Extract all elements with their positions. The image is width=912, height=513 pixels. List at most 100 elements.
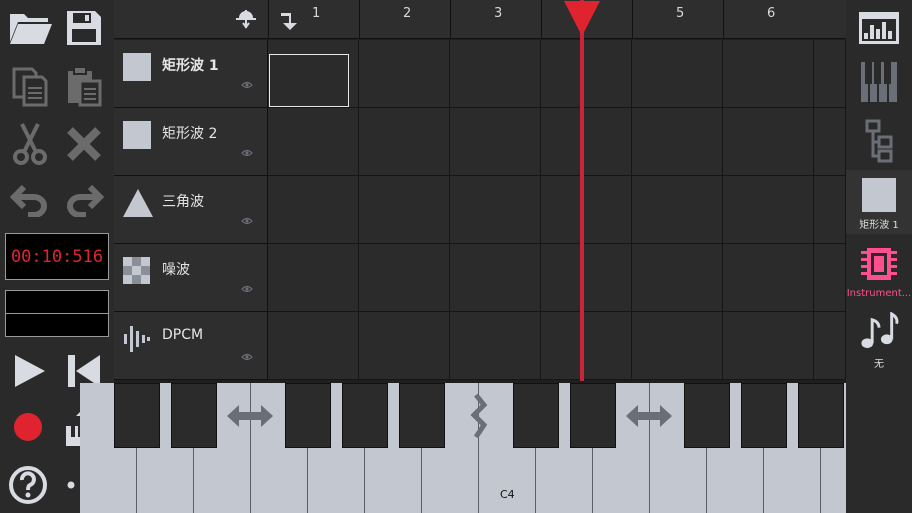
- pattern-cell[interactable]: [450, 312, 541, 380]
- black-key[interactable]: [171, 383, 217, 448]
- channel-row[interactable]: 噪波: [114, 244, 268, 312]
- undo-button[interactable]: [4, 174, 56, 226]
- pattern-cell[interactable]: [632, 108, 723, 176]
- playhead-line[interactable]: [579, 0, 584, 381]
- channel-name: 矩形波 1: [162, 58, 219, 74]
- playhead-marker-icon[interactable]: [563, 0, 601, 38]
- selection-box[interactable]: [269, 54, 349, 107]
- pattern-cell[interactable]: [632, 176, 723, 244]
- pattern-cell[interactable]: [814, 312, 846, 380]
- pattern-cell[interactable]: [723, 40, 814, 108]
- triangle-wave-icon: [123, 189, 153, 217]
- channel-name: 三角波: [162, 194, 204, 210]
- pattern-cell[interactable]: [268, 244, 359, 312]
- channel-row[interactable]: 矩形波 2: [114, 108, 268, 176]
- pattern-cell[interactable]: [268, 108, 359, 176]
- pattern-cell[interactable]: [359, 312, 450, 380]
- eye-icon[interactable]: [241, 217, 253, 225]
- delete-button[interactable]: [58, 118, 110, 170]
- save-button[interactable]: [58, 2, 110, 54]
- paste-button[interactable]: [58, 60, 110, 112]
- pattern-cell[interactable]: [450, 40, 541, 108]
- channel-name: 噪波: [162, 262, 190, 278]
- slide-left-right-icon: [626, 405, 672, 427]
- pattern-cell[interactable]: [359, 244, 450, 312]
- pattern-cell[interactable]: [268, 176, 359, 244]
- pattern-cell[interactable]: [723, 312, 814, 380]
- black-key[interactable]: [741, 383, 787, 448]
- pattern-cell[interactable]: [632, 244, 723, 312]
- bar-separator: [723, 0, 724, 39]
- black-key[interactable]: [570, 383, 616, 448]
- snap-toggle-icon[interactable]: [235, 9, 257, 29]
- current-instrument-label: Instrument...: [846, 288, 912, 299]
- slide-left-right-icon: [227, 405, 273, 427]
- play-icon: [15, 355, 45, 387]
- pattern-cell[interactable]: [723, 176, 814, 244]
- channel-row[interactable]: 矩形波 1: [114, 40, 268, 108]
- channel-row[interactable]: 三角波: [114, 176, 268, 244]
- pattern-cell[interactable]: [723, 108, 814, 176]
- eye-icon[interactable]: [241, 353, 253, 361]
- pattern-cell[interactable]: [723, 244, 814, 312]
- pattern-cell[interactable]: [814, 176, 846, 244]
- black-key[interactable]: [114, 383, 160, 448]
- right-panel: 矩形波 1 Instrument... 无: [846, 0, 912, 513]
- pattern-cell[interactable]: [359, 108, 450, 176]
- status-display-bottom: [5, 313, 109, 337]
- floppy-save-icon: [67, 11, 101, 45]
- pattern-cell[interactable]: [541, 40, 632, 108]
- piano-keyboard[interactable]: C4: [80, 383, 878, 513]
- bar-separator: [632, 0, 633, 39]
- black-key[interactable]: [342, 383, 388, 448]
- channel-row[interactable]: DPCM: [114, 312, 268, 380]
- pattern-cell[interactable]: [632, 40, 723, 108]
- pattern-cell[interactable]: [814, 244, 846, 312]
- pattern-cell[interactable]: [541, 312, 632, 380]
- pattern-cell[interactable]: [541, 108, 632, 176]
- pattern-cell[interactable]: [814, 108, 846, 176]
- timeline-header[interactable]: 123456: [114, 0, 846, 39]
- piano-roll-view-button[interactable]: [846, 58, 912, 106]
- pattern-cell[interactable]: [450, 108, 541, 176]
- instrument-selector-button[interactable]: Instrument...: [846, 244, 912, 304]
- eye-icon[interactable]: [241, 285, 253, 293]
- play-button[interactable]: [4, 345, 56, 397]
- project-explorer-button[interactable]: [846, 114, 912, 168]
- pattern-cell[interactable]: [268, 312, 359, 380]
- help-button[interactable]: [2, 459, 54, 511]
- black-key[interactable]: [684, 383, 730, 448]
- follow-mode-icon[interactable]: [279, 9, 301, 31]
- black-key[interactable]: [399, 383, 445, 448]
- arpeggio-selector-button[interactable]: 无: [846, 312, 912, 370]
- black-key[interactable]: [285, 383, 331, 448]
- pattern-cell[interactable]: [541, 244, 632, 312]
- redo-button[interactable]: [58, 174, 110, 226]
- sequencer-view-button[interactable]: [846, 4, 912, 52]
- channel-icon: [122, 188, 153, 218]
- help-question-icon: [9, 466, 47, 504]
- eye-icon[interactable]: [241, 81, 253, 89]
- pattern-cell[interactable]: [450, 176, 541, 244]
- channel-selector-button[interactable]: 矩形波 1: [846, 170, 912, 234]
- noise-icon: [123, 257, 150, 284]
- pattern-cell[interactable]: [632, 312, 723, 380]
- black-key[interactable]: [513, 383, 559, 448]
- copy-button[interactable]: [4, 60, 56, 112]
- square-wave-icon: [862, 178, 896, 212]
- open-file-button[interactable]: [4, 2, 56, 54]
- record-icon: [14, 413, 42, 441]
- pattern-cell[interactable]: [450, 244, 541, 312]
- folder-open-icon: [10, 14, 52, 44]
- eye-icon[interactable]: [241, 149, 253, 157]
- pattern-cell[interactable]: [359, 176, 450, 244]
- pattern-cell[interactable]: [814, 40, 846, 108]
- status-display-top: [5, 290, 109, 314]
- pattern-cell[interactable]: [359, 40, 450, 108]
- bar-separator: [541, 0, 542, 39]
- pattern-cell[interactable]: [541, 176, 632, 244]
- black-key[interactable]: [798, 383, 844, 448]
- cut-button[interactable]: [4, 118, 56, 170]
- music-notes-icon: [861, 312, 899, 349]
- record-button[interactable]: [2, 401, 54, 453]
